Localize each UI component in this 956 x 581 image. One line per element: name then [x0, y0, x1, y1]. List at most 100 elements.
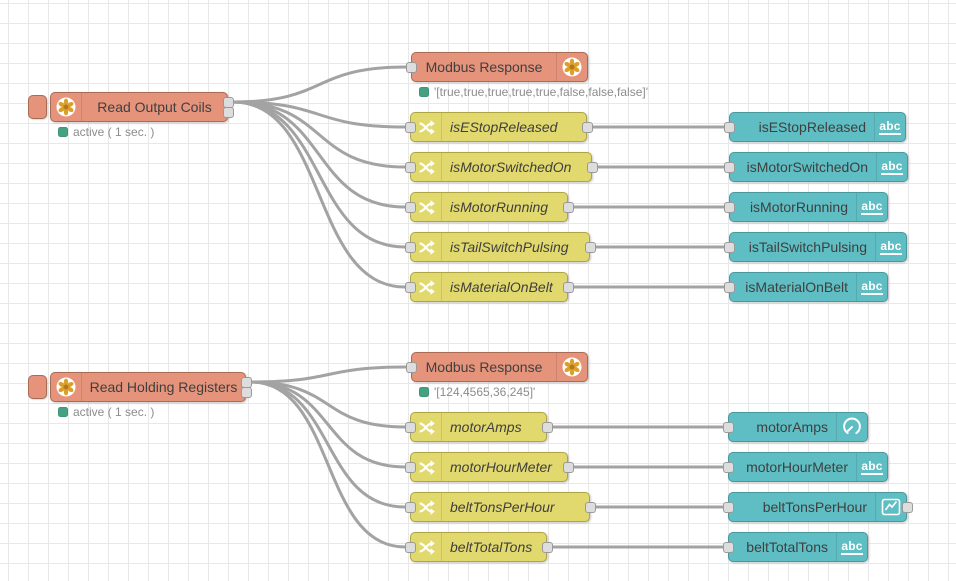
wire[interactable] [233, 67, 406, 102]
input-port[interactable] [406, 362, 417, 373]
output-port[interactable] [563, 462, 574, 473]
input-port[interactable] [724, 122, 735, 133]
node-modbus_response_1[interactable]: Modbus Response [411, 52, 588, 82]
input-port[interactable] [723, 542, 734, 553]
input-port[interactable] [405, 242, 416, 253]
modbus-icon [556, 53, 587, 81]
input-port[interactable] [723, 502, 734, 513]
status-indicator [419, 87, 429, 97]
input-port[interactable] [405, 502, 416, 513]
abc-icon: abc [856, 273, 887, 301]
status-text: active ( 1 sec. ) [73, 125, 154, 139]
abc-icon: abc [874, 113, 905, 141]
output-port[interactable] [241, 387, 252, 398]
node-ui_isMotorRunning[interactable]: isMotorRunningabc [729, 192, 888, 222]
node-status: active ( 1 sec. ) [58, 405, 154, 419]
wire[interactable] [251, 382, 405, 427]
output-port[interactable] [563, 282, 574, 293]
node-change_isMotorSwitchedOn[interactable]: isMotorSwitchedOn [410, 152, 592, 182]
input-port[interactable] [724, 282, 735, 293]
swap-icon [411, 113, 442, 141]
node-label: isEStopReleased [442, 113, 586, 141]
node-ui_beltTotalTons[interactable]: beltTotalTonsabc [728, 532, 868, 562]
node-change_beltTotalTons[interactable]: beltTotalTons [410, 532, 547, 562]
node-change_motorHourMeter[interactable]: motorHourMeter [410, 452, 568, 482]
node-status: '[true,true,true,true,true,false,false,f… [419, 85, 648, 99]
node-label: isMaterialOnBelt [730, 273, 856, 301]
node-label: motorHourMeter [442, 453, 567, 481]
status-text: active ( 1 sec. ) [73, 405, 154, 419]
output-port[interactable] [585, 502, 596, 513]
output-port[interactable] [587, 162, 598, 173]
output-port[interactable] [902, 502, 913, 513]
input-port[interactable] [723, 462, 734, 473]
node-ui_motorAmps[interactable]: motorAmps [728, 412, 868, 442]
node-label: isMaterialOnBelt [442, 273, 567, 301]
input-port[interactable] [724, 242, 735, 253]
node-ui_motorHourMeter[interactable]: motorHourMeterabc [728, 452, 888, 482]
wire[interactable] [233, 102, 405, 247]
node-ui_beltTonsPerHour[interactable]: beltTonsPerHour [728, 492, 907, 522]
output-port[interactable] [223, 107, 234, 118]
node-change_isMotorRunning[interactable]: isMotorRunning [410, 192, 568, 222]
status-indicator [58, 127, 68, 137]
abc-icon: abc [875, 233, 906, 261]
input-port[interactable] [405, 282, 416, 293]
input-port[interactable] [724, 162, 735, 173]
node-change_isTailSwitchPulsing[interactable]: isTailSwitchPulsing [410, 232, 590, 262]
node-ui_isMotorSwitchedOn[interactable]: isMotorSwitchedOnabc [729, 152, 908, 182]
node-ui_isTailSwitchPulsing[interactable]: isTailSwitchPulsingabc [729, 232, 907, 262]
output-port[interactable] [223, 97, 234, 108]
node-label: Read Holding Registers [82, 373, 245, 401]
input-port[interactable] [405, 202, 416, 213]
output-port[interactable] [542, 542, 553, 553]
node-label: Modbus Response [412, 53, 556, 81]
node-label: isMotorRunning [730, 193, 856, 221]
input-port[interactable] [405, 462, 416, 473]
node-label: beltTotalTons [729, 533, 836, 561]
node-change_beltTonsPerHour[interactable]: beltTonsPerHour [410, 492, 590, 522]
node-modbus_response_2[interactable]: Modbus Response [411, 352, 588, 382]
wire[interactable] [251, 382, 405, 507]
node-change_motorAmps[interactable]: motorAmps [410, 412, 547, 442]
node-change_isEStopReleased[interactable]: isEStopReleased [410, 112, 587, 142]
output-port[interactable] [563, 202, 574, 213]
input-port[interactable] [723, 422, 734, 433]
inject-button[interactable] [28, 95, 47, 119]
node-label: isTailSwitchPulsing [442, 233, 589, 261]
wire[interactable] [251, 367, 406, 382]
output-port[interactable] [582, 122, 593, 133]
output-port[interactable] [241, 377, 252, 388]
swap-icon [411, 453, 442, 481]
modbus-icon [51, 93, 82, 121]
swap-icon [411, 533, 442, 561]
node-ui_isEStopReleased[interactable]: isEStopReleasedabc [729, 112, 906, 142]
flow-canvas[interactable]: Read Output Coils active ( 1 sec. ) Modbus… [0, 0, 956, 581]
output-port[interactable] [542, 422, 553, 433]
gauge-icon [836, 413, 867, 441]
abc-icon: abc [836, 533, 867, 561]
node-label: motorAmps [442, 413, 546, 441]
node-label: beltTonsPerHour [442, 493, 589, 521]
modbus-icon [556, 353, 587, 381]
wire[interactable] [233, 102, 405, 167]
status-text: '[124,4565,36,245]' [434, 385, 535, 399]
swap-icon [411, 273, 442, 301]
swap-icon [411, 413, 442, 441]
input-port[interactable] [405, 422, 416, 433]
node-ui_isMaterialOnBelt[interactable]: isMaterialOnBeltabc [729, 272, 888, 302]
node-change_isMaterialOnBelt[interactable]: isMaterialOnBelt [410, 272, 568, 302]
input-port[interactable] [405, 542, 416, 553]
swap-icon [411, 193, 442, 221]
inject-button[interactable] [28, 375, 47, 399]
output-port[interactable] [585, 242, 596, 253]
input-port[interactable] [724, 202, 735, 213]
status-indicator [419, 387, 429, 397]
input-port[interactable] [406, 62, 417, 73]
node-read_holding_registers[interactable]: Read Holding Registers [50, 372, 246, 402]
node-read_output_coils[interactable]: Read Output Coils [50, 92, 228, 122]
swap-icon [411, 493, 442, 521]
wire[interactable] [233, 102, 405, 287]
input-port[interactable] [405, 162, 416, 173]
input-port[interactable] [405, 122, 416, 133]
